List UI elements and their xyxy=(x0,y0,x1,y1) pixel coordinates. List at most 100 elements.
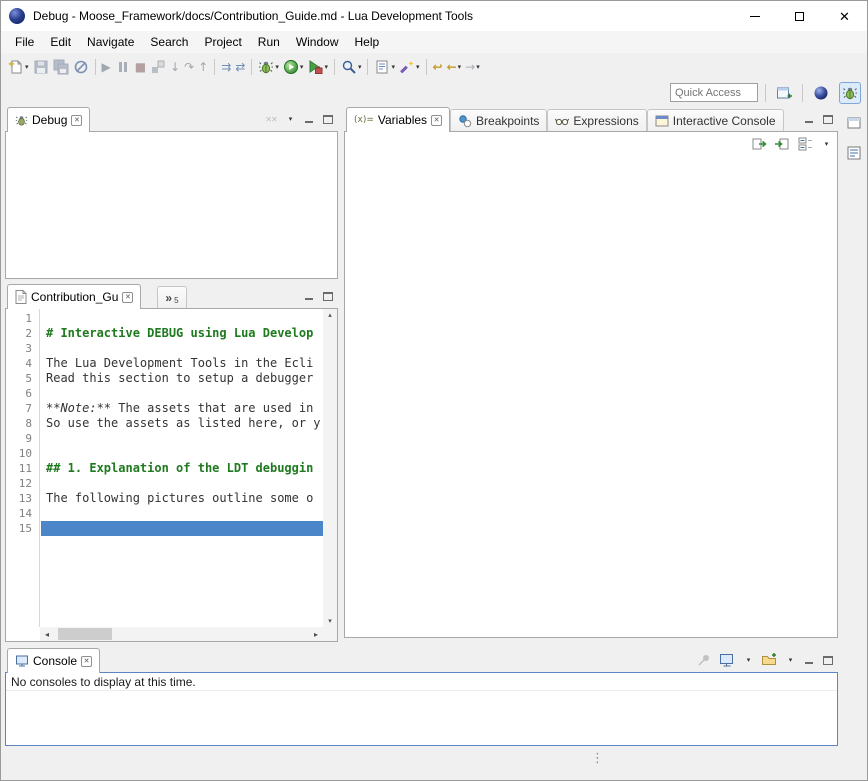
perspective-debug-button[interactable] xyxy=(839,82,861,104)
close-icon[interactable]: ✕ xyxy=(431,115,442,126)
search-button[interactable]: ▾ xyxy=(339,56,364,78)
close-icon[interactable]: ✕ xyxy=(81,656,92,667)
console-message: No consoles to display at this time. xyxy=(6,673,837,691)
quick-access-input[interactable] xyxy=(670,83,758,102)
minimize-button[interactable] xyxy=(732,1,777,31)
expressions-icon xyxy=(555,114,569,128)
tab-breakpoints[interactable]: Breakpoints xyxy=(450,109,547,131)
new-file-icon xyxy=(8,59,24,75)
tab-expressions[interactable]: Expressions xyxy=(547,109,646,131)
toolbar-separator xyxy=(95,59,96,75)
maximize-view-button[interactable] xyxy=(322,111,334,127)
close-icon[interactable]: ✕ xyxy=(122,292,133,303)
restore-view-button[interactable] xyxy=(844,113,864,133)
scrollbar-track[interactable] xyxy=(54,627,309,641)
menu-run[interactable]: Run xyxy=(250,35,288,49)
line-number: 3 xyxy=(6,341,39,356)
close-icon[interactable]: ✕ xyxy=(71,115,82,126)
drop-to-frame-button[interactable]: ⇄ xyxy=(233,56,247,78)
editor-horizontal-scrollbar[interactable]: ◂ ▸ xyxy=(40,627,323,641)
show-logical-structures-button[interactable] xyxy=(751,136,767,152)
disconnect-icon xyxy=(150,59,166,75)
maximize-view-button[interactable] xyxy=(322,288,334,304)
menu-navigate[interactable]: Navigate xyxy=(79,35,142,49)
open-element-button[interactable]: ▾ xyxy=(372,56,397,78)
new-button[interactable]: ▾ xyxy=(6,56,31,78)
collapse-all-button[interactable] xyxy=(797,136,813,152)
minimize-view-button[interactable] xyxy=(803,652,815,668)
save-button[interactable] xyxy=(31,56,51,78)
menu-search[interactable]: Search xyxy=(142,35,196,49)
scroll-left-icon[interactable]: ◂ xyxy=(40,630,54,639)
menu-edit[interactable]: Edit xyxy=(42,35,79,49)
tab-interactive-console[interactable]: Interactive Console xyxy=(647,109,784,131)
menu-file[interactable]: File xyxy=(7,35,42,49)
tab-contribution-guide[interactable]: Contribution_Gu ✕ xyxy=(7,284,141,309)
open-console-button[interactable] xyxy=(761,652,777,668)
maximize-button[interactable] xyxy=(777,1,822,31)
line-number: 14 xyxy=(6,506,39,521)
tab-debug[interactable]: Debug ✕ xyxy=(7,107,90,132)
suspend-button[interactable] xyxy=(113,56,133,78)
step-over-button[interactable]: ↷ xyxy=(182,56,196,78)
breakpoints-icon xyxy=(458,114,472,128)
display-console-menu-button[interactable]: ▾ xyxy=(742,652,754,668)
minimize-view-button[interactable] xyxy=(303,111,315,127)
scroll-up-icon[interactable]: ▴ xyxy=(328,311,332,319)
save-all-button[interactable] xyxy=(51,56,71,78)
run-button[interactable]: ▾ xyxy=(281,56,306,78)
line-number: 15 xyxy=(6,521,39,536)
tab-label: Variables xyxy=(378,113,427,127)
scroll-down-icon[interactable]: ▾ xyxy=(328,617,332,625)
step-return-button[interactable]: ↑ xyxy=(196,56,210,78)
skip-breakpoints-button[interactable] xyxy=(71,56,91,78)
chevron-down-icon: ▾ xyxy=(416,63,420,71)
show-type-names-button[interactable] xyxy=(774,136,790,152)
editor-text-area[interactable]: # Interactive DEBUG using Lua Develop Th… xyxy=(41,309,323,627)
scrollbar-thumb[interactable] xyxy=(58,628,112,640)
use-step-filters-button[interactable]: ⇉ xyxy=(219,56,233,78)
remove-terminated-button[interactable]: ✕✕ xyxy=(265,111,277,127)
editor-vertical-scrollbar[interactable]: ▴ ▾ xyxy=(323,309,337,627)
menu-help[interactable]: Help xyxy=(347,35,388,49)
view-menu-button[interactable]: ▾ xyxy=(820,136,832,152)
line-number-gutter[interactable]: 1 2 3 4 5 6 7 8 9 10 11 12 13 14 15 xyxy=(6,309,40,627)
tab-console[interactable]: Console ✕ xyxy=(7,648,100,673)
scroll-right-icon[interactable]: ▸ xyxy=(309,630,323,639)
maximize-view-button[interactable] xyxy=(822,652,834,668)
external-tools-button[interactable]: ▾ xyxy=(305,56,330,78)
resume-button[interactable]: ▶ xyxy=(100,56,113,78)
open-perspective-button[interactable] xyxy=(773,82,795,104)
minimize-view-button[interactable] xyxy=(803,111,815,127)
display-console-button[interactable] xyxy=(719,652,735,668)
line-text: The assets that are used in xyxy=(111,401,313,415)
forward-button[interactable]: → ▾ xyxy=(463,56,482,78)
minimize-view-button[interactable] xyxy=(303,288,315,304)
tab-variables[interactable]: (x)= Variables ✕ xyxy=(346,107,450,132)
debug-button[interactable]: ▾ xyxy=(256,56,281,78)
back-icon: ← xyxy=(447,59,457,75)
minimize-icon xyxy=(804,115,814,124)
last-edit-location-icon: ↩ xyxy=(433,59,443,75)
view-menu-button[interactable]: ▾ xyxy=(284,111,296,127)
toolbar-separator xyxy=(214,59,215,75)
trim-drag-handle[interactable]: ⋮ xyxy=(591,752,604,765)
menu-project[interactable]: Project xyxy=(196,35,249,49)
editor-tab-overflow-button[interactable]: »5 xyxy=(157,286,186,308)
menu-window[interactable]: Window xyxy=(288,35,347,49)
step-into-button[interactable]: ↓ xyxy=(168,56,182,78)
editor-line xyxy=(41,341,323,356)
disconnect-button[interactable] xyxy=(148,56,168,78)
new-wizard-button[interactable]: ▾ xyxy=(397,56,422,78)
open-console-menu-button[interactable]: ▾ xyxy=(784,652,796,668)
terminate-button[interactable]: ■ xyxy=(133,56,148,78)
maximize-view-button[interactable] xyxy=(822,111,834,127)
minimized-outline-view-button[interactable] xyxy=(844,143,864,163)
close-button[interactable]: ✕ xyxy=(822,1,867,31)
pin-console-button[interactable] xyxy=(696,652,712,668)
line-number: 5 xyxy=(6,371,39,386)
back-button[interactable]: ← ▾ xyxy=(445,56,464,78)
perspective-ldt-button[interactable] xyxy=(810,82,832,104)
emphasis-text: **Note:** xyxy=(46,401,111,415)
last-edit-location-button[interactable]: ↩ xyxy=(431,56,445,78)
